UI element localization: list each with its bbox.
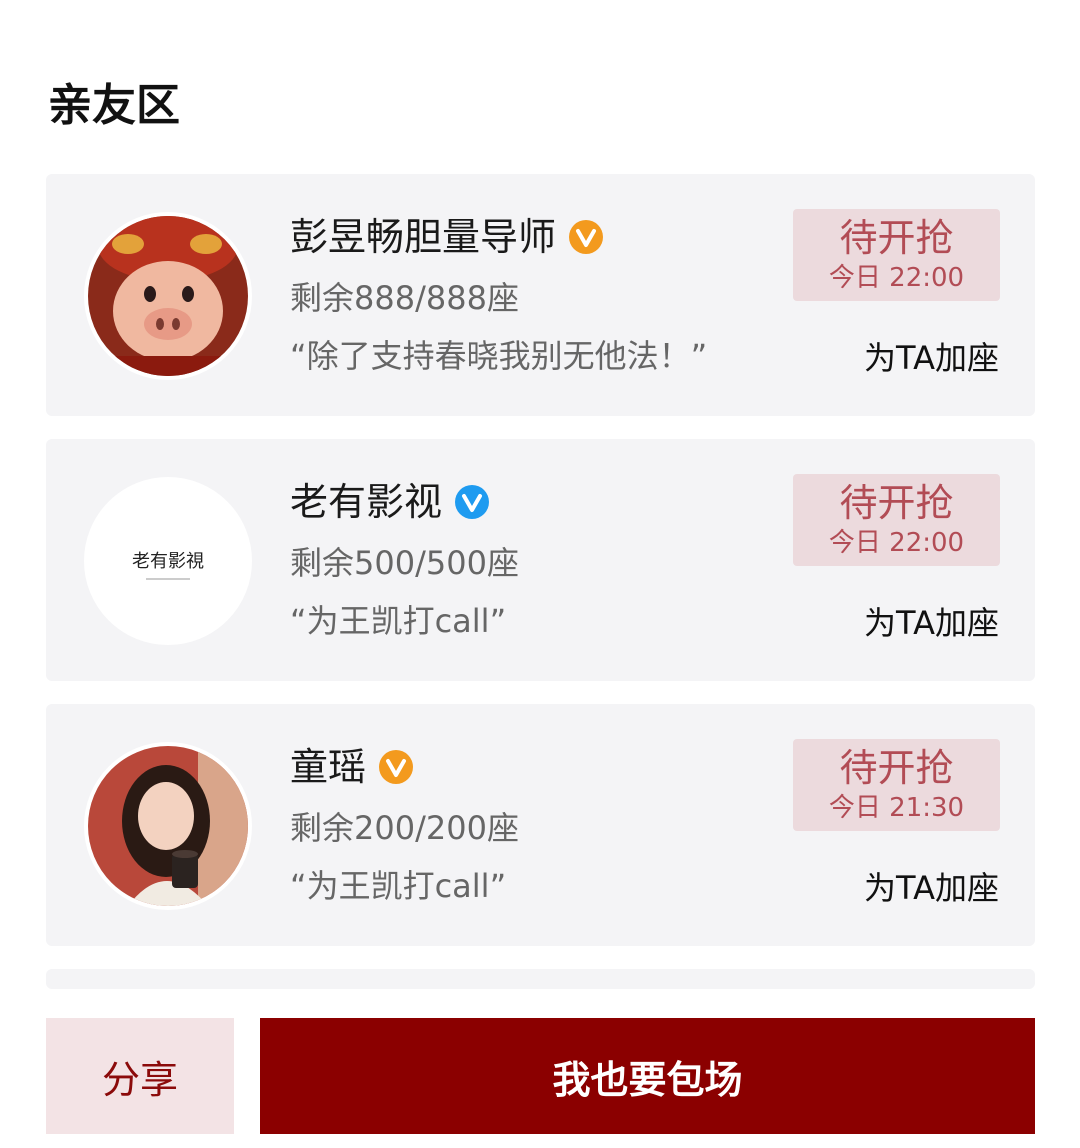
grab-time: 今日 22:00 [828,263,965,293]
user-name[interactable]: 童瑶 [290,742,366,792]
orange-verified-icon [569,220,604,254]
grab-time: 今日 22:00 [828,528,965,558]
company-logo-avatar: 老有影視 [88,481,248,641]
quote-text: “除了支持春晓我别无他法！” [290,337,708,375]
logo-text: 老有影視 [132,551,204,572]
section-title: 亲友区 [48,80,180,131]
person-photo-avatar [88,746,248,906]
add-seat-button[interactable]: 为TA加座 [864,866,999,910]
quote-text: “为王凯打call” [290,602,507,640]
grab-time: 今日 21:30 [828,793,965,823]
seat-count: 剩余500/500座 [290,544,519,582]
add-seat-button[interactable]: 为TA加座 [864,601,999,645]
grab-button[interactable]: 待开抢 今日 22:00 [793,209,1000,301]
grab-label: 待开抢 [839,216,954,260]
list-item[interactable]: 老有影視 老有影视 剩余500/500座 “为王凯打call” 待开抢 今日 2… [46,439,1035,681]
user-name[interactable]: 彭昱畅胆量导师 [290,212,556,262]
list-item[interactable]: 彭昱畅胆量导师 剩余888/888座 “除了支持春晓我别无他法！” 待开抢 今日… [46,174,1035,416]
blue-verified-icon [455,485,490,519]
user-name[interactable]: 老有影视 [290,477,442,527]
grab-button[interactable]: 待开抢 今日 22:00 [793,474,1000,566]
friends-list: 彭昱畅胆量导师 剩余888/888座 “除了支持春晓我别无他法！” 待开抢 今日… [46,174,1035,989]
grab-button[interactable]: 待开抢 今日 21:30 [793,739,1000,831]
seat-count: 剩余200/200座 [290,809,519,847]
grab-label: 待开抢 [839,481,954,525]
orange-verified-icon [379,750,414,784]
book-venue-button[interactable]: 我也要包场 [260,1018,1035,1134]
add-seat-button[interactable]: 为TA加座 [864,336,999,380]
quote-text: “为王凯打call” [290,867,507,905]
avatar[interactable] [84,742,252,910]
avatar[interactable]: 老有影視 [84,477,252,645]
grab-label: 待开抢 [839,746,954,790]
avatar[interactable] [84,212,252,380]
list-item[interactable]: 童瑶 剩余200/200座 “为王凯打call” 待开抢 今日 21:30 为T… [46,704,1035,946]
seat-count: 剩余888/888座 [290,279,519,317]
share-button[interactable]: 分享 [46,1018,234,1134]
list-item-partial [46,969,1035,989]
cartoon-pig-avatar-icon [88,216,248,376]
bottom-action-bar: 分享 我也要包场 [46,1018,1035,1134]
